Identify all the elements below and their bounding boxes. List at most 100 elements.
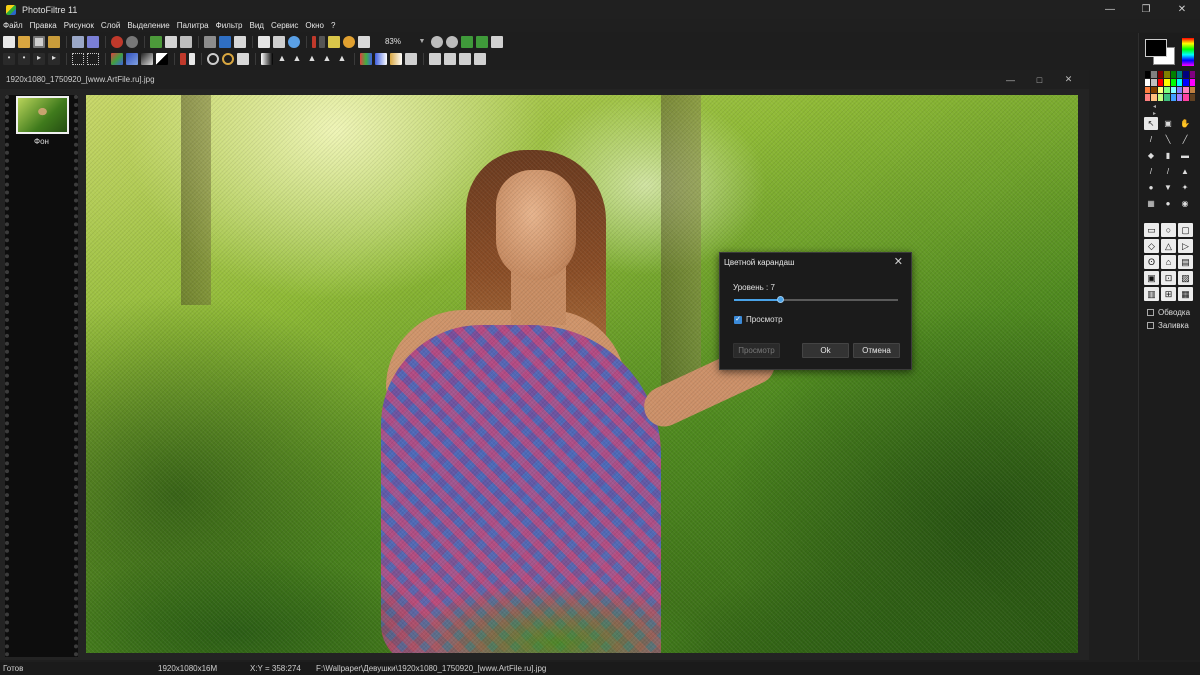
find-icon[interactable] (288, 35, 300, 48)
actual-size-icon[interactable] (476, 35, 488, 48)
palette-swatch[interactable] (1164, 71, 1170, 78)
hue-icon[interactable] (237, 52, 249, 65)
transform-icon[interactable] (273, 35, 285, 48)
gallery-icon[interactable] (358, 35, 370, 48)
preview-checkbox-row[interactable]: ✓ Просмотр (734, 315, 783, 324)
palette-swatch[interactable] (1157, 86, 1164, 94)
polygon-shape-icon[interactable]: ⌂ (1161, 255, 1176, 269)
palette-swatch[interactable] (1176, 86, 1183, 94)
menu-edit[interactable]: Правка (30, 21, 57, 30)
fullscreen-icon[interactable] (491, 35, 503, 48)
ring-icon[interactable] (222, 52, 234, 65)
menu-help[interactable]: ? (331, 21, 335, 30)
palette-swatch[interactable] (1145, 71, 1151, 78)
align-left-icon[interactable]: ▥ (1144, 287, 1159, 301)
foreground-color-swatch[interactable] (1145, 39, 1167, 57)
gradient-icon[interactable] (261, 52, 273, 65)
minimize-button[interactable]: — (1092, 0, 1128, 19)
menu-palette[interactable]: Палитра (177, 21, 209, 30)
magic-wand-icon[interactable] (328, 35, 340, 48)
contrast-icon[interactable] (141, 52, 153, 65)
selection-tool-icon[interactable]: ↖ (1144, 117, 1158, 130)
palette-swatch[interactable] (1183, 71, 1189, 78)
crop-selection-icon[interactable]: ⊡ (1161, 271, 1176, 285)
zoom-in-icon[interactable] (431, 35, 443, 48)
color-tool-icon[interactable]: ◉ (1178, 197, 1192, 210)
zoom-dropdown-icon[interactable]: ▼ (417, 36, 427, 48)
palette-swatch[interactable] (1170, 94, 1176, 101)
palette-swatch[interactable] (1145, 94, 1151, 101)
curve-icon[interactable] (189, 52, 195, 65)
select-icon[interactable]: • (18, 52, 30, 65)
ok-button[interactable]: Ok (802, 343, 849, 358)
canvas-size-icon[interactable] (219, 35, 231, 48)
palette-swatch[interactable] (1183, 86, 1189, 94)
rotate-icon[interactable] (459, 52, 471, 65)
preview-button[interactable]: Просмотр (733, 343, 780, 358)
color-spectrum[interactable] (1182, 38, 1194, 66)
pencil-tool-icon[interactable]: / (1161, 165, 1175, 178)
rect-select-icon[interactable] (72, 52, 84, 65)
right-triangle-shape-icon[interactable]: ▷ (1178, 239, 1193, 253)
pattern-tool-icon[interactable]: ▦ (1144, 197, 1158, 210)
palette-swatch[interactable] (1189, 78, 1195, 86)
grayscale-icon[interactable] (405, 52, 417, 65)
open-shape-icon[interactable]: ▤ (1178, 255, 1193, 269)
flip-vertical-icon[interactable] (444, 52, 456, 65)
fit-window-icon[interactable] (461, 35, 473, 48)
diamond-shape-icon[interactable]: ◇ (1144, 239, 1159, 253)
select-all-icon[interactable]: ▣ (1144, 271, 1159, 285)
palette-swatch[interactable] (1176, 71, 1183, 78)
blur-more-icon[interactable]: ▲ (321, 53, 333, 65)
palette-swatch[interactable] (1164, 94, 1170, 101)
move-icon[interactable]: ▸ (33, 52, 45, 65)
outline-checkbox[interactable] (1147, 309, 1154, 316)
fill-checkbox[interactable] (1147, 322, 1154, 329)
palette-swatch[interactable] (1189, 71, 1195, 78)
arrow-icon[interactable]: • (3, 52, 15, 65)
image-size-icon[interactable] (204, 35, 216, 48)
paste-icon[interactable] (165, 35, 177, 48)
palette-swatch[interactable] (1157, 78, 1164, 86)
level-slider[interactable] (734, 296, 898, 303)
save-icon[interactable] (33, 35, 45, 48)
picker-tool-icon[interactable]: / (1144, 133, 1158, 146)
rounded-rect-shape-icon[interactable]: ▢ (1178, 223, 1193, 237)
spray-tool-icon[interactable]: ▮ (1161, 149, 1175, 162)
rotate-back-icon[interactable] (474, 52, 486, 65)
menu-window[interactable]: Окно (305, 21, 324, 30)
target-icon[interactable] (207, 52, 219, 65)
smudge-tool-icon[interactable]: ▼ (1161, 181, 1175, 194)
dialog-close-icon[interactable]: ✕ (894, 255, 903, 268)
hand-tool-icon[interactable]: ✋ (1178, 117, 1192, 130)
brightness-icon[interactable] (156, 52, 168, 65)
menu-image[interactable]: Рисунок (64, 21, 94, 30)
palette-swatch[interactable] (1157, 94, 1164, 101)
triangle-shape-icon[interactable]: △ (1161, 239, 1176, 253)
menu-view[interactable]: Вид (250, 21, 264, 30)
palette-swatch[interactable] (1164, 86, 1170, 94)
fill-option[interactable]: Заливка (1147, 321, 1189, 330)
blur-icon[interactable]: ▲ (306, 53, 318, 65)
scan-icon[interactable] (87, 35, 99, 48)
crop-icon[interactable] (234, 35, 246, 48)
doc-minimize-button[interactable]: — (996, 70, 1025, 89)
preview-checkbox[interactable]: ✓ (734, 315, 742, 324)
zoom-out-icon[interactable] (446, 35, 458, 48)
palette-swatch[interactable] (1151, 94, 1157, 101)
print-icon[interactable] (72, 35, 84, 48)
invert-selection-icon[interactable]: ▨ (1178, 271, 1193, 285)
layer-thumbnail[interactable] (16, 96, 69, 134)
saturation-icon[interactable] (375, 52, 387, 65)
sharpen-icon[interactable]: ▲ (276, 53, 288, 65)
line-icon[interactable] (319, 35, 325, 48)
menu-selection[interactable]: Выделение (127, 21, 169, 30)
levels-icon[interactable] (180, 52, 186, 65)
flip-horizontal-icon[interactable] (429, 52, 441, 65)
fill-tool-icon[interactable]: ◆ (1144, 149, 1158, 162)
zoom-level[interactable]: 83% (373, 36, 413, 48)
cancel-button[interactable]: Отмена (853, 343, 900, 358)
close-button[interactable]: ✕ (1164, 0, 1200, 19)
palette-swatch[interactable] (1176, 94, 1183, 101)
palette-swatch[interactable] (1151, 71, 1157, 78)
